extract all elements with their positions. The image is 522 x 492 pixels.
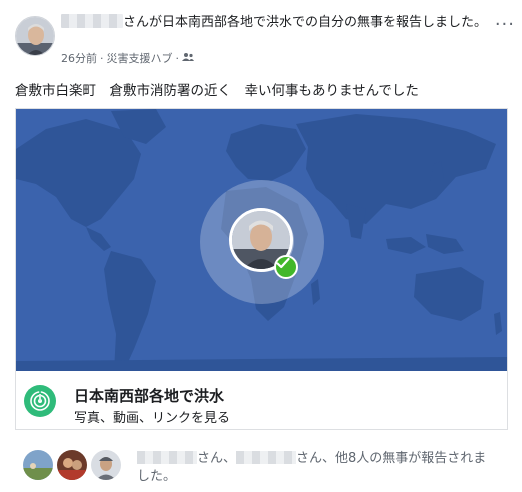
others-safe-text: さん、 さん、他8人の無事が報告されました。 bbox=[137, 450, 497, 486]
safety-check-icon bbox=[24, 385, 56, 417]
card-subtitle[interactable]: 写真、動画、リンクを見る bbox=[74, 407, 230, 426]
world-map[interactable] bbox=[16, 109, 507, 371]
action-text: での自分の無事を報告しました。 bbox=[292, 15, 488, 30]
timestamp[interactable]: 26分前 bbox=[61, 50, 97, 66]
more-options-icon[interactable]: ··· bbox=[495, 14, 515, 35]
friend-avatar-2[interactable] bbox=[55, 448, 89, 482]
source-link[interactable]: 災害支援ハブ bbox=[107, 50, 173, 66]
card-footer[interactable]: 日本南西部各地で洪水 写真、動画、リンクを見る bbox=[16, 371, 507, 429]
card-title[interactable]: 日本南西部各地で洪水 bbox=[74, 385, 224, 406]
post-header: さんが日本南西部各地で洪水での自分の無事を報告しました。 26分前 · 災害支援… bbox=[15, 12, 515, 65]
friends-icon[interactable] bbox=[182, 52, 194, 65]
friend-2-suffix: さん、 bbox=[296, 451, 336, 466]
meta-separator: · bbox=[100, 51, 104, 65]
post-headline: さんが日本南西部各地で洪水での自分の無事を報告しました。 bbox=[61, 14, 501, 31]
checkmark-icon bbox=[274, 255, 298, 279]
author-avatar[interactable] bbox=[15, 16, 55, 56]
others-safe-row[interactable]: さん、 さん、他8人の無事が報告されました。 bbox=[15, 444, 508, 488]
friend-avatar-3[interactable] bbox=[89, 448, 123, 482]
meta-separator-2: · bbox=[175, 51, 180, 65]
friend-1-suffix: さん、 bbox=[197, 451, 237, 466]
safety-check-card[interactable]: 日本南西部各地で洪水 写真、動画、リンクを見る bbox=[15, 108, 508, 430]
event-link[interactable]: 日本南西部各地で洪水 bbox=[162, 15, 292, 30]
post-body: 倉敷市白楽町 倉敷市消防署の近く 幸い何事もありませんでした bbox=[15, 83, 419, 99]
post-meta: 26分前 · 災害支援ハブ · bbox=[61, 50, 194, 66]
friend-avatar-1[interactable] bbox=[21, 448, 55, 482]
author-suffix: さんが bbox=[123, 15, 163, 30]
author-name-redacted[interactable] bbox=[61, 14, 123, 28]
friend-name-2-redacted[interactable] bbox=[236, 451, 297, 464]
friend-name-1-redacted[interactable] bbox=[137, 451, 197, 464]
